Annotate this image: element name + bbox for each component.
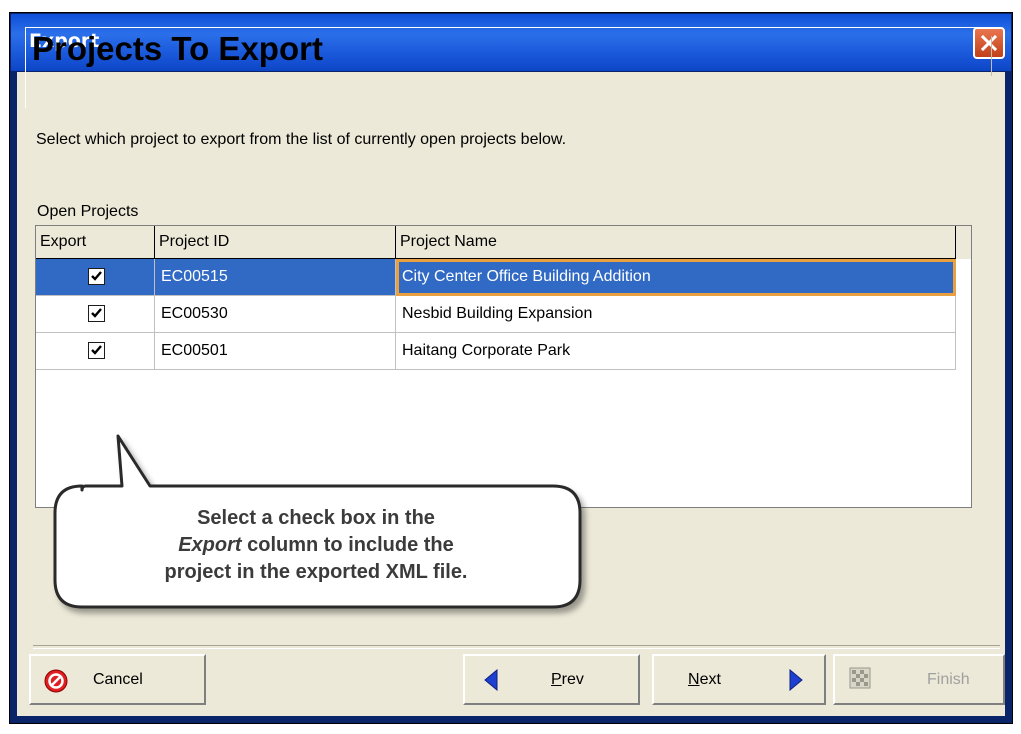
- prev-label-rest: rev: [561, 671, 584, 688]
- next-mnemonic: N: [688, 671, 700, 688]
- next-arrow-icon: [789, 669, 803, 691]
- cancel-icon: [44, 669, 68, 693]
- prev-button[interactable]: Prev: [463, 654, 640, 705]
- next-label: Next: [688, 671, 721, 689]
- callout-line-2-rest: column to include the: [241, 534, 454, 556]
- prev-arrow-icon: [484, 669, 498, 691]
- next-label-rest: ext: [699, 671, 721, 688]
- prev-label: Prev: [551, 671, 584, 689]
- callout-line-2: Export column to include the: [52, 532, 580, 559]
- prev-mnemonic: P: [551, 671, 562, 688]
- finish-icon: [849, 667, 871, 689]
- finish-button[interactable]: Finish: [833, 654, 1005, 705]
- callout-line-1: Select a check box in the: [197, 507, 435, 529]
- next-button[interactable]: Next: [652, 654, 826, 705]
- cancel-button[interactable]: Cancel: [29, 654, 206, 705]
- callout-line-3: project in the exported XML file.: [164, 561, 468, 583]
- finish-label: Finish: [927, 671, 970, 688]
- callout-balloon: [53, 434, 582, 609]
- callout-emphasis: Export: [178, 534, 242, 556]
- footer-separator: [33, 645, 1000, 649]
- callout-text: Select a check box in the Export column …: [52, 505, 580, 586]
- cancel-label: Cancel: [93, 671, 143, 688]
